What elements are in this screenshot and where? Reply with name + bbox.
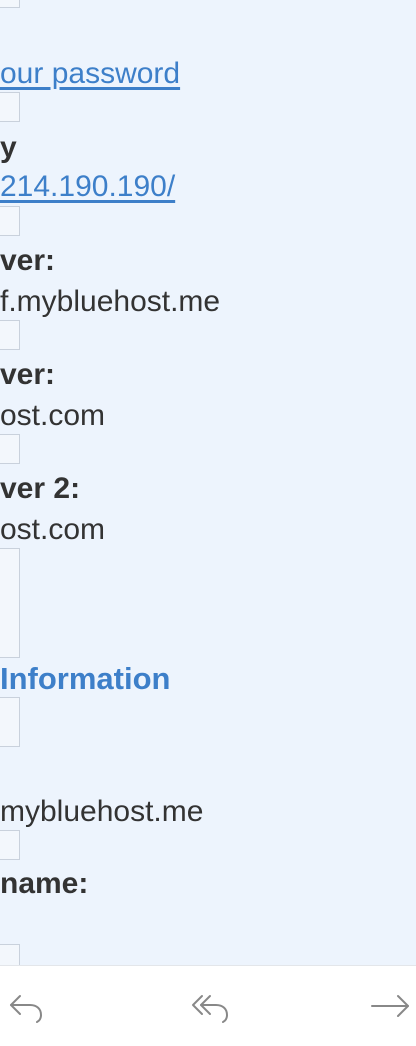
spacer-cell xyxy=(0,0,20,8)
spacer-cell xyxy=(0,697,20,747)
server-value: ost.com xyxy=(0,513,106,546)
spacer-cell xyxy=(0,944,20,965)
server-value: f.mybluehost.me xyxy=(0,285,221,318)
forward-button[interactable] xyxy=(368,986,412,1026)
forward-icon xyxy=(371,995,409,1017)
spacer-cell xyxy=(0,320,20,350)
reply-button[interactable] xyxy=(4,986,48,1026)
spacer-cell xyxy=(0,548,20,658)
username-label: name: xyxy=(0,867,89,900)
spacer-cell xyxy=(0,830,20,860)
spacer-cell xyxy=(0,92,20,122)
reply-icon xyxy=(10,995,43,1023)
email-body: our password y 214.190.190/ ver: f.myblu… xyxy=(0,0,416,965)
server-label: ver: xyxy=(0,358,56,391)
section-heading: Information xyxy=(0,661,171,696)
spacer-cell xyxy=(0,206,20,236)
domain-value: mybluehost.me xyxy=(0,795,204,828)
reply-all-button[interactable] xyxy=(188,986,232,1026)
bottom-toolbar xyxy=(0,965,416,1046)
field-label: y xyxy=(0,131,17,164)
reply-all-icon xyxy=(192,995,229,1023)
password-link[interactable]: our password xyxy=(0,56,180,92)
server-label: ver 2: xyxy=(0,472,81,505)
spacer-cell xyxy=(0,434,20,464)
server-label: ver: xyxy=(0,244,56,277)
ip-address-link[interactable]: 214.190.190/ xyxy=(0,169,175,205)
server-value: ost.com xyxy=(0,399,106,432)
